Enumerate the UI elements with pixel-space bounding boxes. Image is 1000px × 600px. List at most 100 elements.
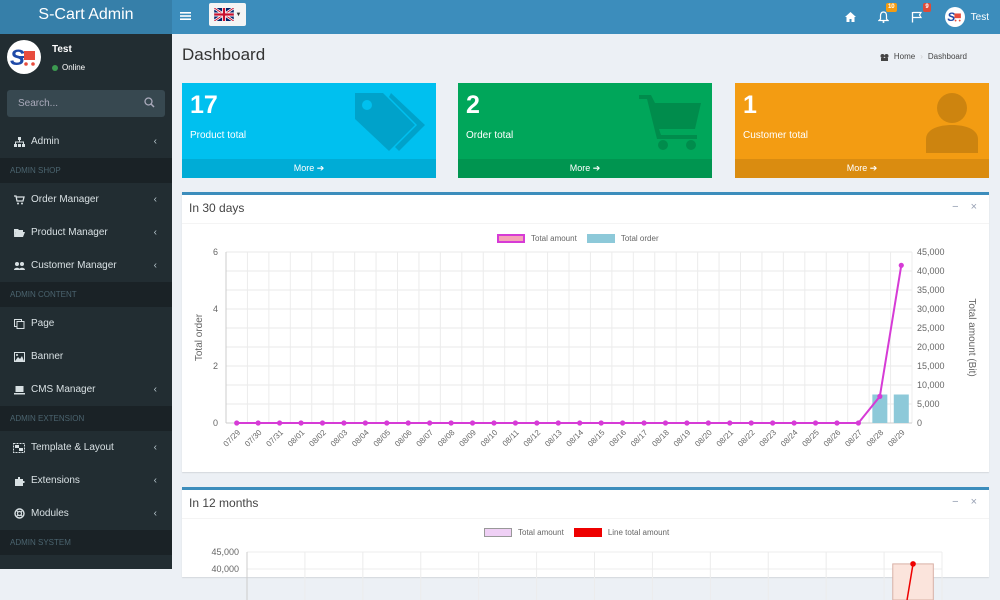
x-tick-label: 08/22	[736, 428, 757, 449]
point-total-amount[interactable]	[748, 420, 754, 426]
page-title: Dashboard	[182, 45, 266, 64]
bar-total-order[interactable]	[893, 394, 909, 424]
minimize-button[interactable]: −	[952, 201, 958, 213]
point-total-amount[interactable]	[855, 420, 862, 426]
point-total-amount[interactable]	[877, 393, 883, 399]
point-total-amount[interactable]	[276, 420, 283, 426]
sidebar-item-modules[interactable]: Modules ‹	[0, 497, 172, 530]
x-tick-label: 08/08	[436, 428, 457, 449]
point-total-amount[interactable]	[791, 420, 797, 426]
sidebar-avatar: S	[7, 40, 41, 74]
point-total-amount[interactable]	[341, 420, 347, 426]
sidebar-user-name: Test	[52, 44, 72, 55]
point-total-amount[interactable]	[641, 420, 647, 426]
panel-title: In 30 days	[189, 201, 245, 215]
notifications-button[interactable]: 10	[867, 0, 900, 34]
sidebar-item-order-manager[interactable]: Order Manager ‹	[0, 183, 172, 216]
close-button[interactable]: ×	[971, 201, 977, 213]
sidebar-header-admin-system: ADMIN SYSTEM	[0, 530, 172, 555]
legend-swatch-line-total-amount[interactable]	[573, 528, 602, 537]
point-total-amount[interactable]	[427, 420, 433, 426]
point-total-amount[interactable]	[598, 420, 604, 426]
minimize-button[interactable]: −	[952, 496, 958, 508]
shopping-cart-icon	[639, 95, 701, 150]
sidebar-item-label: Banner	[31, 351, 64, 362]
home-link[interactable]	[834, 0, 867, 34]
point-total-amount[interactable]	[298, 420, 304, 426]
sidebar-search-input[interactable]	[7, 90, 165, 117]
breadcrumb: Home › Dashboard	[880, 52, 967, 61]
notifications-badge: 10	[885, 3, 897, 12]
point-total-amount[interactable]	[362, 420, 368, 426]
close-button[interactable]: ×	[971, 496, 977, 508]
point-total-amount[interactable]	[662, 420, 669, 426]
point-total-amount[interactable]	[619, 420, 626, 426]
point-total-amount[interactable]	[491, 420, 497, 426]
chart-12-months: 45,000 40,000	[211, 547, 943, 600]
more-products-link[interactable]: More ➔	[182, 159, 436, 178]
point-total-amount[interactable]	[234, 420, 240, 426]
search-icon[interactable]	[144, 97, 155, 108]
point-total-amount[interactable]	[512, 420, 519, 426]
sidebar-toggle-button[interactable]	[180, 8, 191, 24]
flags-button[interactable]: 9	[900, 0, 934, 34]
y2-tick-label: 15,000	[917, 361, 945, 371]
s-cart-logo-icon: S	[10, 45, 35, 70]
x-tick-label: 08/20	[693, 428, 714, 449]
online-status-icon	[52, 64, 58, 71]
point-total-amount[interactable]	[898, 262, 904, 268]
breadcrumb-home[interactable]: Home	[894, 52, 915, 61]
point-line-total-amount[interactable]	[910, 561, 916, 567]
arrow-circle-right-icon: ➔	[592, 163, 601, 173]
cart-icon	[13, 194, 25, 206]
point-total-amount[interactable]	[384, 420, 390, 426]
point-total-amount[interactable]	[770, 420, 776, 426]
point-total-amount[interactable]	[255, 420, 261, 426]
sidebar-header-admin-content: ADMIN CONTENT	[0, 282, 172, 307]
x-tick-label: 08/29	[886, 428, 907, 449]
legend-swatch-total-amount[interactable]	[484, 528, 512, 537]
sidebar-item-page[interactable]: Page	[0, 307, 172, 340]
sidebar-item-product-manager[interactable]: Product Manager ‹	[0, 216, 172, 249]
point-total-amount[interactable]	[684, 420, 690, 426]
x-tick-label: 08/25	[800, 428, 821, 449]
y-tick-label: 40,000	[211, 564, 239, 574]
app-logo[interactable]: S-Cart Admin	[0, 0, 172, 34]
point-total-amount[interactable]	[469, 420, 476, 426]
point-total-amount[interactable]	[834, 420, 840, 426]
point-total-amount[interactable]	[705, 420, 711, 426]
more-orders-link[interactable]: More ➔	[458, 159, 712, 178]
point-total-amount[interactable]	[812, 420, 819, 426]
more-customers-link[interactable]: More ➔	[735, 159, 989, 178]
sidebar-item-label: Extensions	[31, 475, 80, 486]
y2-tick-label: 0	[917, 418, 922, 428]
life-ring-icon	[13, 508, 25, 520]
sidebar-item-cms-manager[interactable]: CMS Manager ‹	[0, 373, 172, 406]
sidebar-item-banner[interactable]: Banner	[0, 340, 172, 373]
sidebar-item-extensions[interactable]: Extensions ‹	[0, 464, 172, 497]
x-tick-label: 08/24	[779, 428, 800, 449]
point-total-amount[interactable]	[555, 420, 561, 426]
top-navbar: S-Cart Admin ▼ 10 9 S Test	[0, 0, 1000, 34]
sidebar-item-customer-manager[interactable]: Customer Manager ‹	[0, 249, 172, 282]
sidebar-item-label: Template & Layout	[31, 442, 114, 453]
point-total-amount[interactable]	[577, 420, 583, 426]
menu-icon	[180, 12, 191, 20]
point-total-amount[interactable]	[727, 420, 733, 426]
user-menu[interactable]: S Test	[934, 0, 1000, 34]
y-tick-label: 45,000	[211, 547, 239, 557]
y2-tick-label: 45,000	[917, 247, 945, 257]
point-total-amount[interactable]	[405, 420, 411, 426]
user-avatar: S	[944, 7, 965, 27]
stat-box-products: 17 Product total More ➔	[182, 83, 436, 178]
user-panel: S Test Online	[0, 34, 172, 88]
language-selector[interactable]: ▼	[209, 3, 246, 26]
flags-badge: 9	[923, 3, 931, 12]
sidebar-item-template-layout[interactable]: Template & Layout ‹	[0, 431, 172, 464]
bar-total-amount[interactable]	[892, 563, 934, 600]
sidebar-item-admin[interactable]: Admin ‹	[0, 125, 172, 158]
point-total-amount[interactable]	[448, 420, 454, 426]
point-total-amount[interactable]	[319, 420, 326, 426]
point-total-amount[interactable]	[534, 420, 540, 426]
copy-icon	[13, 318, 25, 330]
